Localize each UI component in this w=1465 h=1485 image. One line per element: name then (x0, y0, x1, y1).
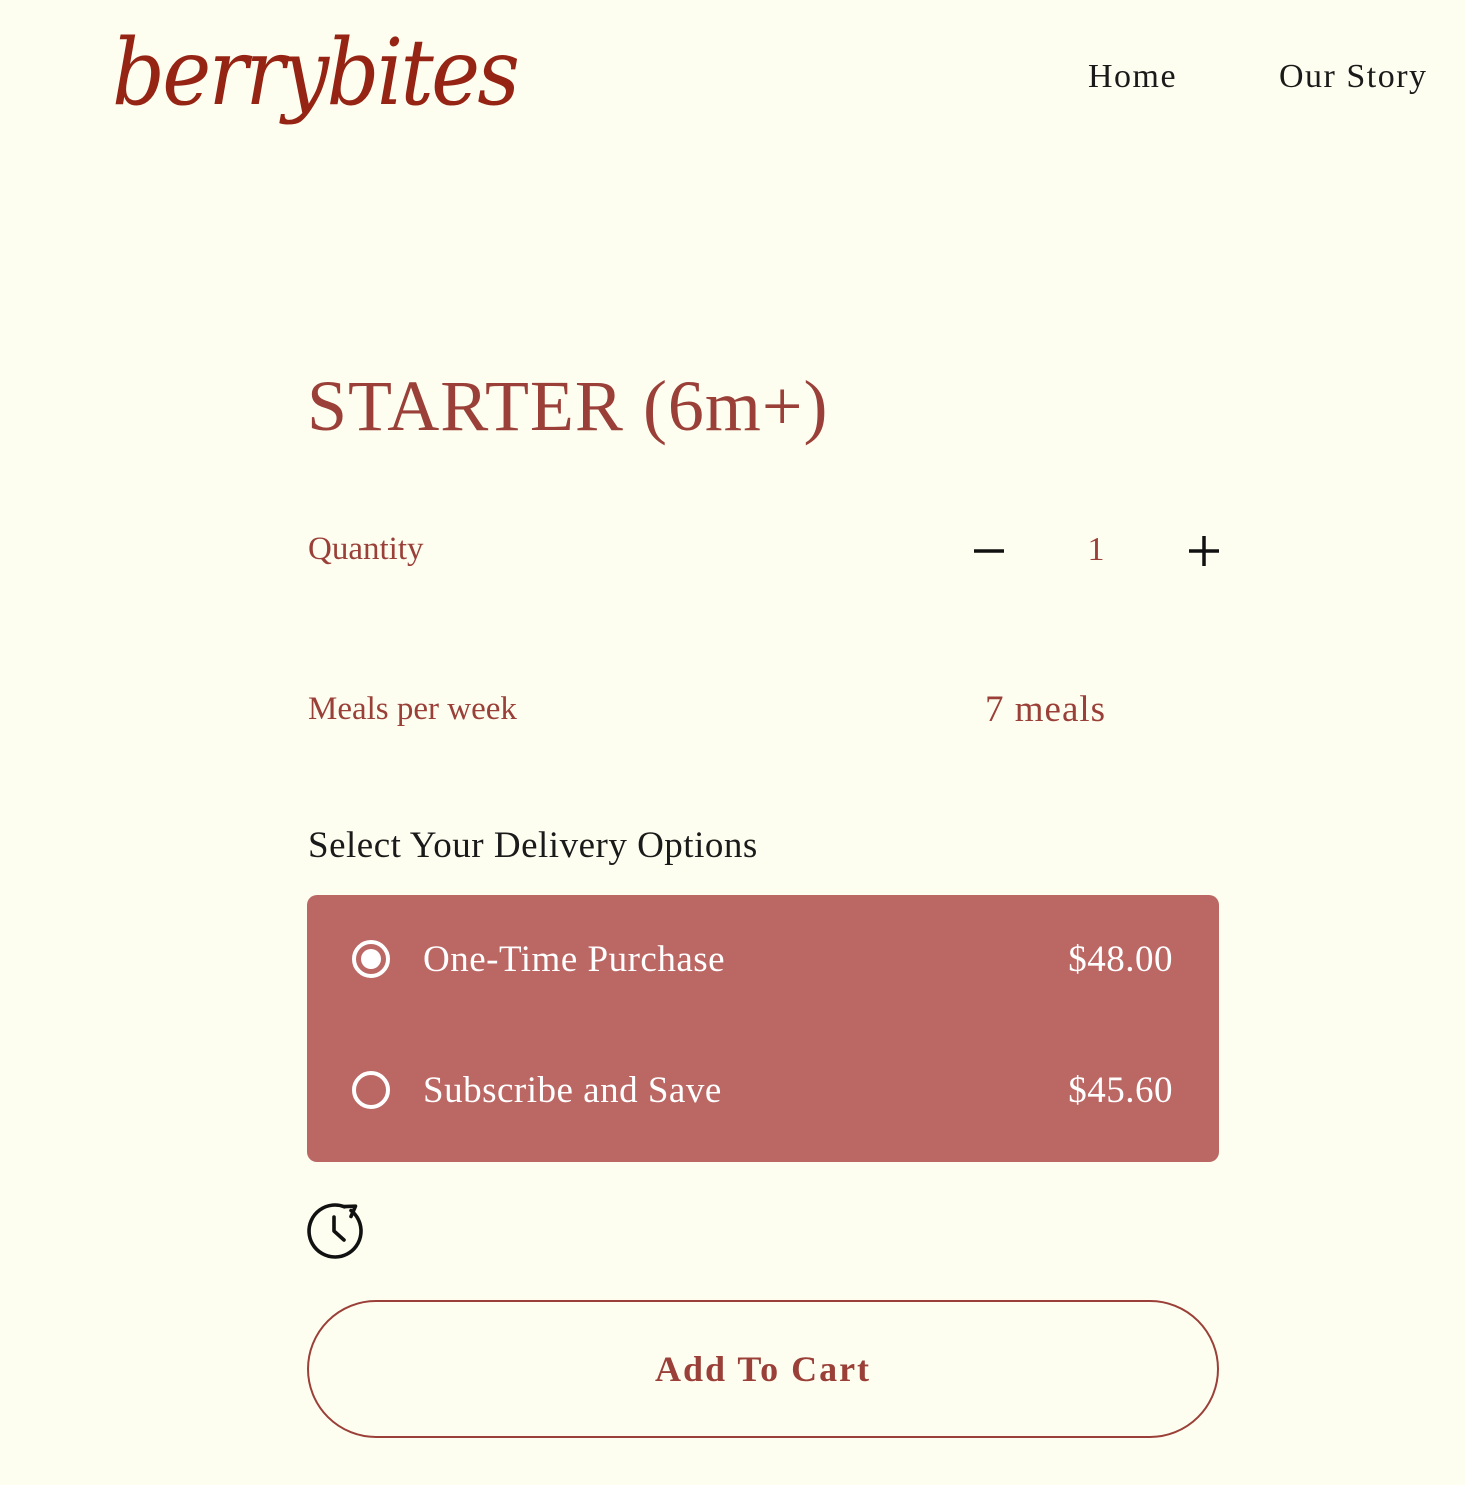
quantity-decrease-button[interactable] (965, 527, 1013, 575)
nav-link-our-story[interactable]: Our Story (1279, 52, 1428, 102)
delivery-options-heading: Select Your Delivery Options (308, 825, 758, 866)
meals-per-week-value: 7 meals (985, 689, 1107, 730)
meals-per-week-label: Meals per week (308, 691, 517, 727)
product-title: STARTER (6m+) (307, 366, 829, 446)
quantity-label: Quantity (308, 531, 424, 567)
nav-link-home[interactable]: Home (1088, 52, 1177, 102)
quantity-value[interactable]: 1 (1070, 527, 1122, 573)
option-price: $48.00 (1068, 939, 1173, 980)
radio-button-one-time[interactable] (352, 940, 390, 978)
option-price: $45.60 (1068, 1070, 1173, 1111)
history-icon (307, 1203, 363, 1259)
plus-icon (1189, 536, 1219, 566)
minus-icon (974, 549, 1004, 553)
brand-logo[interactable]: berrybites (112, 8, 520, 138)
delivery-option-one-time[interactable]: One-Time Purchase $48.00 (307, 922, 1219, 1002)
option-label: Subscribe and Save (423, 1070, 722, 1111)
delivery-option-subscribe[interactable]: Subscribe and Save $45.60 (307, 1053, 1219, 1133)
quantity-increase-button[interactable] (1180, 527, 1228, 575)
radio-button-subscribe[interactable] (352, 1071, 390, 1109)
add-to-cart-button[interactable]: Add To Cart (307, 1300, 1219, 1438)
delivery-options-panel: One-Time Purchase $48.00 Subscribe and S… (307, 895, 1219, 1162)
option-label: One-Time Purchase (423, 939, 726, 980)
